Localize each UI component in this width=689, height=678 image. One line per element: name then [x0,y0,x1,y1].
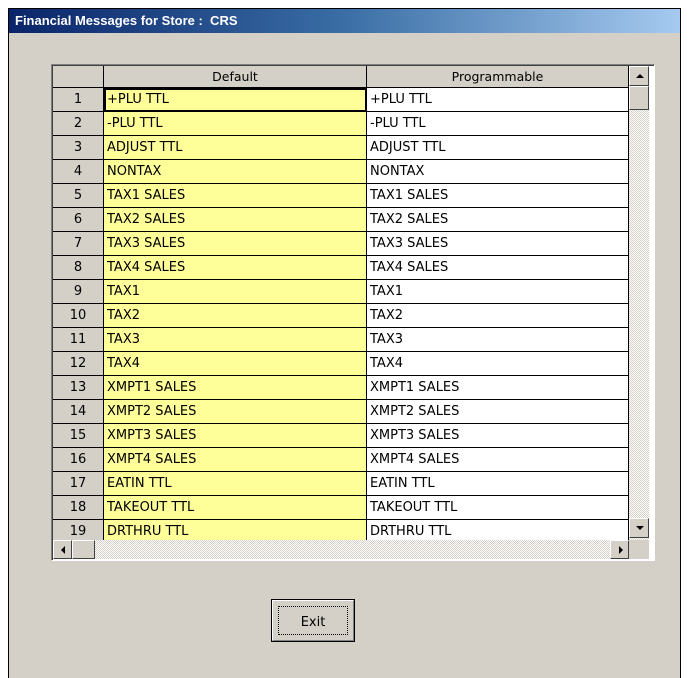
programmable-cell[interactable]: XMPT1 SALES [367,376,629,400]
row-number[interactable]: 15 [53,424,104,448]
scroll-down-button[interactable] [629,518,649,538]
default-cell[interactable]: -PLU TTL [104,112,367,136]
exit-button-bevel: Exit [272,600,354,641]
programmable-cell[interactable]: XMPT3 SALES [367,424,629,448]
row-number[interactable]: 2 [53,112,104,136]
row-number[interactable]: 17 [53,472,104,496]
financial-messages-window: Financial Messages for Store : CRS Defau… [8,8,681,678]
horizontal-scrollbar[interactable] [53,540,629,559]
default-cell[interactable]: TAX3 [104,328,367,352]
grid-body: Default Programmable 1 +PLU TTL +PLU TTL 2-… [52,65,654,560]
default-cell[interactable]: XMPT4 SALES [104,448,367,472]
default-cell[interactable]: TAX4 SALES [104,256,367,280]
programmable-cell[interactable]: TAX1 SALES [367,184,629,208]
programmable-cell[interactable]: XMPT2 SALES [367,400,629,424]
row-number[interactable]: 8 [53,256,104,280]
default-cell[interactable]: TAX4 [104,352,367,376]
default-cell[interactable]: TAKEOUT TTL [104,496,367,520]
default-cell[interactable]: TAX2 [104,304,367,328]
row-number[interactable]: 3 [53,136,104,160]
vertical-scrollbar[interactable] [629,66,649,540]
window-title: Financial Messages for Store : CRS [9,9,680,33]
default-cell[interactable]: TAX1 [104,280,367,304]
exit-button-label: Exit [278,606,348,635]
default-cell[interactable]: XMPT3 SALES [104,424,367,448]
row-number[interactable]: 5 [53,184,104,208]
vertical-scroll-thumb[interactable] [629,86,649,110]
default-cell[interactable]: XMPT2 SALES [104,400,367,424]
row-number[interactable]: 9 [53,280,104,304]
exit-button[interactable]: Exit [271,599,355,642]
programmable-cell[interactable]: TAX3 [367,328,629,352]
programmable-cell[interactable]: TAX2 [367,304,629,328]
default-cell[interactable]: TAX2 SALES [104,208,367,232]
default-cell[interactable]: ADJUST TTL [104,136,367,160]
programmable-cell[interactable]: TAKEOUT TTL [367,496,629,520]
default-cell[interactable]: TAX1 SALES [104,184,367,208]
arrow-left-icon [61,546,65,554]
programmable-cell[interactable]: TAX3 SALES [367,232,629,256]
programmable-cell[interactable]: +PLU TTL [367,88,629,112]
row-number[interactable]: 18 [53,496,104,520]
column-header-default[interactable]: Default [104,66,367,88]
programmable-cell[interactable]: NONTAX [367,160,629,184]
horizontal-scroll-thumb[interactable] [72,540,95,559]
programmable-cell[interactable]: XMPT4 SALES [367,448,629,472]
default-cell[interactable]: XMPT1 SALES [104,376,367,400]
arrow-right-icon [619,546,623,554]
row-number[interactable]: 16 [53,448,104,472]
column-header-programmable[interactable]: Programmable [367,66,629,88]
programmable-cell[interactable]: ADJUST TTL [367,136,629,160]
programmable-cell[interactable]: EATIN TTL [367,472,629,496]
row-number[interactable]: 13 [53,376,104,400]
arrow-up-icon [636,74,644,78]
row-number[interactable]: 1 [53,88,104,112]
scroll-right-button[interactable] [610,540,629,559]
scroll-left-button[interactable] [53,540,72,559]
arrow-down-icon [636,526,644,530]
row-number[interactable]: 11 [53,328,104,352]
row-number[interactable]: 10 [53,304,104,328]
row-number[interactable]: 14 [53,400,104,424]
row-number[interactable]: 7 [53,232,104,256]
programmable-cell[interactable]: TAX1 [367,280,629,304]
scrollbar-corner [629,540,649,559]
default-cell-selected[interactable]: +PLU TTL [104,88,367,112]
programmable-cell[interactable]: TAX2 SALES [367,208,629,232]
programmable-cell[interactable]: TAX4 SALES [367,256,629,280]
default-cell[interactable]: EATIN TTL [104,472,367,496]
default-cell[interactable]: TAX3 SALES [104,232,367,256]
row-number[interactable]: 6 [53,208,104,232]
grid-corner-header[interactable] [53,66,104,88]
programmable-cell[interactable]: TAX4 [367,352,629,376]
scroll-up-button[interactable] [629,66,649,86]
row-number[interactable]: 4 [53,160,104,184]
financial-messages-grid[interactable]: Default Programmable 1 +PLU TTL +PLU TTL 2-… [51,64,655,561]
row-number[interactable]: 12 [53,352,104,376]
programmable-cell[interactable]: -PLU TTL [367,112,629,136]
default-cell[interactable]: NONTAX [104,160,367,184]
